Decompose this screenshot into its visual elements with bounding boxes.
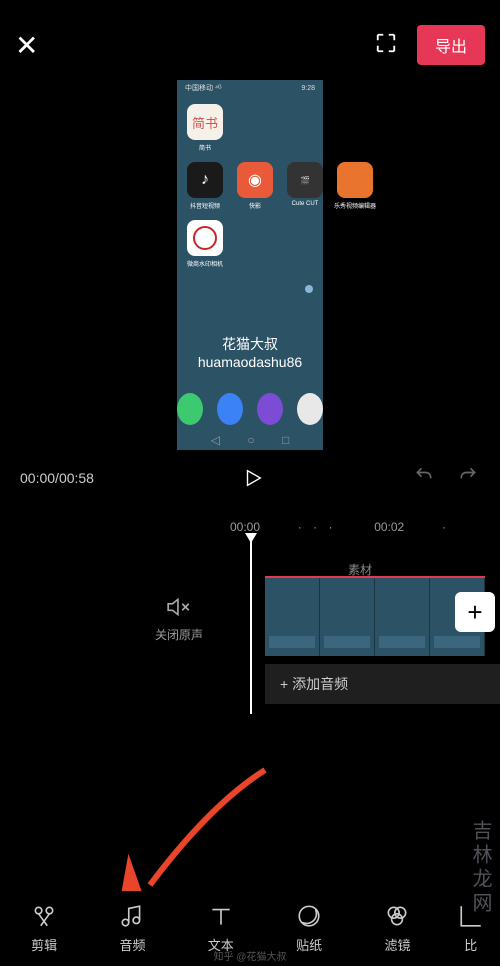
add-audio-track[interactable]: + 添加音频: [265, 664, 500, 704]
edit-tool[interactable]: 剪辑: [14, 903, 74, 954]
export-button[interactable]: 导出: [417, 25, 485, 65]
app-cutecut: 🎬Cute CUT: [287, 162, 323, 210]
ratio-tool[interactable]: 比: [456, 903, 486, 954]
redo-button[interactable]: [456, 465, 480, 490]
mute-original-button[interactable]: 关闭原声: [155, 594, 203, 643]
sticker-tool[interactable]: 贴纸: [279, 903, 339, 954]
filter-tool[interactable]: 滤镜: [367, 903, 427, 954]
expand-icon[interactable]: [375, 32, 397, 59]
add-clip-button[interactable]: +: [455, 592, 495, 632]
time-display: 00:00/00:58: [20, 470, 94, 486]
undo-button[interactable]: [412, 465, 436, 490]
video-track[interactable]: [265, 576, 485, 654]
play-button[interactable]: [109, 467, 397, 489]
app-jianshu: 简书 简书: [187, 104, 223, 152]
text-tool[interactable]: 文本: [191, 903, 251, 954]
timeline[interactable]: 素材 关闭原声 + + 添加音频: [0, 564, 500, 764]
video-watermark: 花猫大叔 huamaodashu86: [177, 334, 323, 370]
close-button[interactable]: ✕: [15, 29, 38, 62]
app-weishang: 微商水印相机: [187, 220, 223, 268]
playhead[interactable]: [250, 539, 252, 714]
video-preview[interactable]: 中国移动 ⁴ᴳ 9:28 简书 简书 ♪抖音短视频 ◉快影 🎬Cute CUT …: [0, 80, 500, 450]
app-kuaiying: ◉快影: [237, 162, 273, 210]
phone-status-bar: 中国移动 ⁴ᴳ 9:28: [177, 80, 323, 96]
tutorial-arrow: [90, 765, 270, 895]
audio-tool[interactable]: 音频: [102, 903, 162, 954]
bottom-toolbar: 剪辑 音频 文本 贴纸 滤镜 比: [0, 891, 500, 966]
app-lexiu: 乐秀视频编辑器: [337, 162, 373, 210]
app-douyin: ♪抖音短视频: [187, 162, 223, 210]
